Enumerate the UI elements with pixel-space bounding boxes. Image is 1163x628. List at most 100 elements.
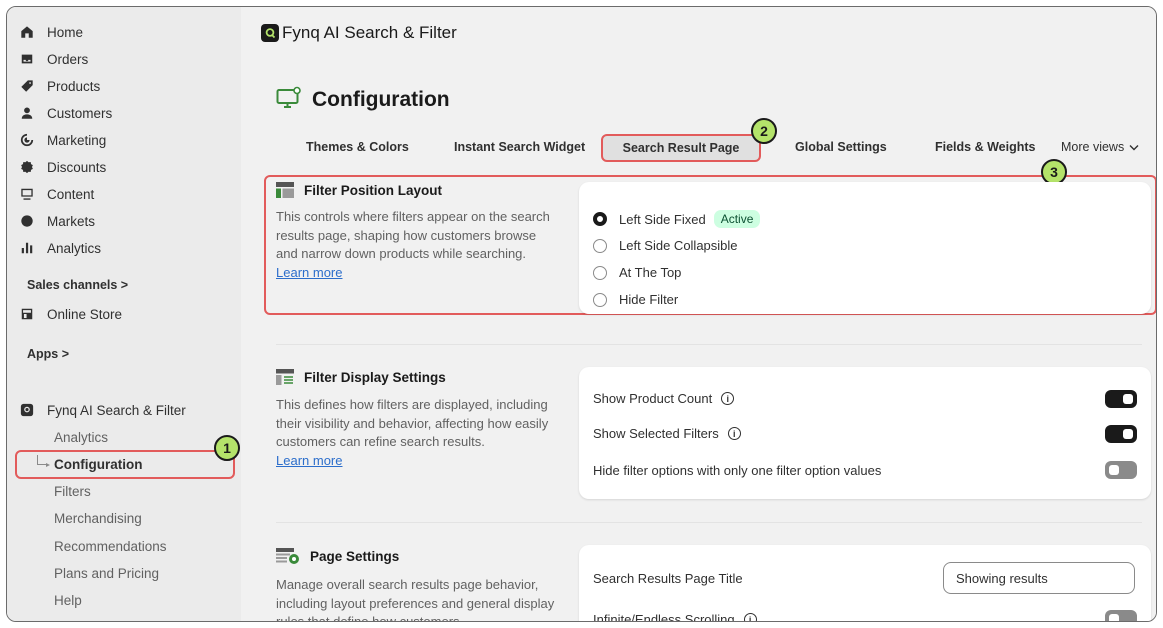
toggle-show-selected-filters[interactable] — [1105, 425, 1137, 443]
app-topbar: Fynq AI Search & Filter — [241, 7, 1156, 59]
tab-fields-weights[interactable]: Fields & Weights — [935, 140, 1035, 154]
sidebar-item-label: Orders — [47, 51, 89, 67]
radio-unselected[interactable] — [593, 292, 607, 307]
page-settings-title: Page Settings — [276, 548, 399, 564]
page-settings-icon — [276, 548, 300, 564]
radio-option-left-collapsible[interactable]: Left Side Collapsible — [593, 238, 738, 253]
sidebar-item-label: Home — [47, 24, 84, 40]
sidebar-item-label: Marketing — [47, 132, 107, 148]
info-icon[interactable]: i — [727, 427, 741, 440]
monitor-gear-icon — [276, 86, 302, 113]
radio-label: Left Side Fixed — [619, 211, 706, 227]
setting-label: Hide filter options with only one filter… — [593, 463, 882, 478]
page-settings-card: Search Results Page Title Showing result… — [579, 545, 1151, 622]
active-badge: Active — [713, 210, 761, 228]
setting-label: Infinite/Endless Scrolling — [593, 612, 735, 622]
tab-instant-search-widget[interactable]: Instant Search Widget — [454, 140, 585, 154]
marketing-icon — [19, 132, 35, 148]
toggle-infinite-scrolling[interactable] — [1105, 610, 1137, 621]
products-icon — [19, 78, 35, 94]
highlight-configuration — [15, 450, 235, 479]
setting-show-product-count: Show Product Count i — [593, 391, 735, 406]
more-views-button[interactable]: More views — [1061, 140, 1139, 154]
learn-more-link[interactable]: Learn more — [276, 453, 342, 468]
page-settings-description: Manage overall search results page behav… — [276, 576, 561, 622]
radio-option-hide-filter[interactable]: Hide Filter — [593, 292, 678, 307]
toggle-show-product-count[interactable] — [1105, 390, 1137, 408]
sidebar-item-markets[interactable]: Markets — [19, 209, 95, 233]
setting-label: Show Product Count — [593, 391, 713, 406]
description-text: Manage overall search results page behav… — [276, 577, 555, 622]
apps-heading[interactable]: Apps > — [27, 347, 69, 361]
sidebar-item-marketing[interactable]: Marketing — [19, 128, 106, 152]
sidebar-item-label: Online Store — [47, 306, 123, 322]
discounts-icon — [19, 159, 35, 175]
orders-icon — [19, 51, 35, 67]
main-content: Fynq AI Search & Filter Configuration Th… — [241, 7, 1156, 621]
setting-label: Search Results Page Title — [593, 571, 743, 586]
toggle-hide-single-option[interactable] — [1105, 461, 1137, 479]
radio-option-left-fixed[interactable]: Left Side Fixed Active — [593, 210, 761, 228]
subnav-help[interactable]: Help — [54, 589, 82, 611]
subnav-merchandising[interactable]: Merchandising — [54, 507, 142, 529]
sidebar-item-online-store[interactable]: Online Store — [19, 302, 122, 326]
page-header: Configuration — [276, 86, 450, 113]
info-icon[interactable]: i — [721, 392, 735, 405]
section-heading: Filter Position Layout — [304, 182, 443, 198]
description-text: This defines how filters are displayed, … — [276, 397, 549, 449]
tab-label: Search Result Page — [622, 141, 740, 155]
app-window: Home Orders Products Customers Marketing… — [6, 6, 1157, 622]
filter-position-card: Left Side Fixed Active Left Side Collaps… — [579, 182, 1151, 314]
filter-display-icon — [276, 369, 294, 385]
info-icon[interactable]: i — [743, 613, 757, 621]
sidebar-item-content[interactable]: Content — [19, 182, 94, 206]
sidebar-item-fynq-app[interactable]: Fynq AI Search & Filter — [19, 398, 186, 422]
radio-unselected[interactable] — [593, 238, 607, 253]
fynq-app-icon — [19, 402, 35, 418]
sidebar-item-label: Markets — [47, 213, 96, 229]
search-results-title-input[interactable]: Showing results — [943, 562, 1135, 594]
radio-selected[interactable] — [593, 212, 607, 226]
sidebar-item-label: Products — [47, 78, 101, 94]
radio-option-at-top[interactable]: At The Top — [593, 265, 681, 280]
subnav-recommendations[interactable]: Recommendations — [54, 535, 167, 557]
learn-more-link[interactable]: Learn more — [276, 265, 342, 280]
radio-unselected[interactable] — [593, 265, 607, 280]
radio-label: At The Top — [619, 265, 682, 280]
sidebar-item-discounts[interactable]: Discounts — [19, 155, 106, 179]
sales-channels-heading[interactable]: Sales channels > — [27, 278, 128, 292]
section-heading: Page Settings — [310, 548, 400, 564]
section-heading: Filter Display Settings — [304, 369, 446, 385]
analytics-icon — [19, 240, 35, 256]
sidebar-item-label: Content — [47, 186, 95, 202]
sidebar-item-label: Analytics — [47, 240, 102, 256]
subnav-plans-pricing[interactable]: Plans and Pricing — [54, 562, 159, 584]
layout-icon — [276, 182, 294, 198]
tab-global-settings[interactable]: Global Settings — [795, 140, 887, 154]
sidebar-item-customers[interactable]: Customers — [19, 101, 112, 125]
filter-display-description: This defines how filters are displayed, … — [276, 396, 561, 470]
subnav-analytics[interactable]: Analytics — [54, 426, 108, 448]
setting-show-selected-filters: Show Selected Filters i — [593, 426, 741, 441]
sidebar-item-products[interactable]: Products — [19, 74, 100, 98]
description-text: This controls where filters appear on th… — [276, 209, 550, 261]
sidebar-item-label: Customers — [47, 105, 113, 121]
radio-label: Hide Filter — [619, 292, 679, 307]
filter-position-description: This controls where filters appear on th… — [276, 208, 561, 282]
sidebar-item-home[interactable]: Home — [19, 20, 83, 44]
filter-position-title: Filter Position Layout — [276, 182, 442, 198]
tab-themes-colors[interactable]: Themes & Colors — [306, 140, 409, 154]
filter-display-card: Show Product Count i Show Selected Filte… — [579, 367, 1151, 499]
section-divider — [276, 522, 1142, 523]
subnav-filters[interactable]: Filters — [54, 480, 91, 502]
markets-icon — [19, 213, 35, 229]
filter-display-title: Filter Display Settings — [276, 369, 446, 385]
sidebar-item-analytics[interactable]: Analytics — [19, 236, 101, 260]
fynq-logo-icon — [261, 24, 279, 42]
chevron-down-icon — [1129, 140, 1139, 154]
home-icon — [19, 24, 35, 40]
sidebar-item-orders[interactable]: Orders — [19, 47, 88, 71]
radio-label: Left Side Collapsible — [619, 238, 738, 253]
tab-search-result-page[interactable]: Search Result Page — [601, 134, 761, 162]
setting-label: Show Selected Filters — [593, 426, 719, 441]
